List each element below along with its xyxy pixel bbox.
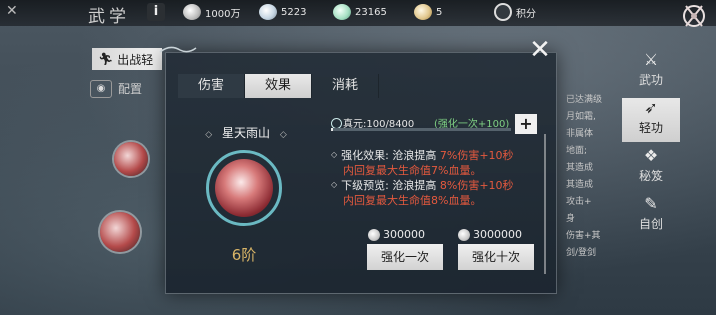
back-icon[interactable]: ✕ bbox=[6, 3, 22, 19]
diamond-icon: ◇ bbox=[205, 130, 213, 140]
diamond-bullet-icon: ◇ bbox=[331, 180, 338, 189]
tab-cost[interactable]: 消耗 bbox=[312, 74, 379, 98]
current-effect: ◇ 强化效果: 沧浪提高 7%伤害+10秒 内回复最大生命值7%血量。 bbox=[331, 149, 514, 177]
resource-token: 5 bbox=[414, 3, 442, 21]
tab-lightness[interactable]: ➶ 轻功 bbox=[622, 98, 680, 142]
coin-icon bbox=[458, 228, 470, 241]
runner-icon: 🏃︎ bbox=[98, 52, 114, 66]
skill-slot-icon[interactable] bbox=[100, 212, 140, 252]
tab-effect[interactable]: 效果 bbox=[245, 74, 312, 98]
create-icon: ✎ bbox=[644, 194, 658, 213]
resource-gold: 1000万 bbox=[183, 3, 240, 21]
lightness-icon: ➶ bbox=[644, 98, 658, 117]
resource-jade: 23165 bbox=[333, 3, 387, 21]
jade-icon bbox=[333, 4, 351, 20]
dialog-ornament-icon bbox=[159, 46, 197, 53]
token-icon bbox=[414, 4, 432, 20]
zhenyuan-progress-fill bbox=[331, 128, 334, 131]
dialog-tabs: 伤害 效果 消耗 bbox=[178, 74, 379, 98]
skill-level: 6阶 bbox=[231, 246, 257, 264]
resource-points[interactable]: 积分 bbox=[494, 3, 536, 21]
skill-slot-icon[interactable] bbox=[114, 142, 148, 176]
coin-icon bbox=[368, 228, 380, 241]
skill-title: ◇ 星天雨山 ◇ bbox=[205, 126, 287, 140]
info-button[interactable]: i bbox=[147, 3, 165, 21]
tab-secret[interactable]: ❖ 秘笈 bbox=[622, 146, 680, 190]
tab-martial[interactable]: ⚔︎ 武功 bbox=[622, 50, 680, 94]
category-tabs: ⚔︎ 武功 ➶ 轻功 ❖ 秘笈 ✎ 自创 bbox=[622, 46, 680, 242]
tab-damage[interactable]: 伤害 bbox=[178, 74, 245, 98]
enhance-once-button[interactable]: 强化一次 bbox=[367, 244, 443, 270]
shield-icon bbox=[494, 3, 512, 21]
config-label: 配置 bbox=[118, 82, 143, 96]
coin-icon bbox=[183, 4, 201, 20]
tab-create[interactable]: ✎ 自创 bbox=[622, 194, 680, 238]
resource-silver: 5223 bbox=[259, 3, 306, 21]
add-zhenyuan-button[interactable]: + bbox=[515, 114, 537, 134]
close-icon[interactable]: ✕ bbox=[528, 37, 552, 63]
cost-ten: 3000000 bbox=[458, 228, 522, 241]
cost-once: 300000 bbox=[368, 228, 425, 241]
enhance-ten-button[interactable]: 强化十次 bbox=[458, 244, 534, 270]
background-description: 已达满级 月如霜, 非属体 地面; 其造成 其造成 攻击+ 身 伤害+其 剑/登… bbox=[566, 95, 603, 258]
top-bar: ✕ 武学 i 1000万 5223 23165 5 积分 bbox=[0, 0, 716, 27]
skill-icon bbox=[215, 159, 273, 217]
set-active-button[interactable]: 🏃︎ 出战轻 bbox=[92, 48, 162, 70]
next-level-preview: ◇ 下级预览: 沧浪提高 8%伤害+10秒 内回复最大生命值8%血量。 bbox=[331, 179, 514, 207]
diamond-icon: ◇ bbox=[279, 130, 287, 140]
page-title: 武学 bbox=[88, 7, 130, 27]
silver-ingot-icon bbox=[259, 4, 277, 20]
martial-icon: ⚔︎ bbox=[643, 50, 659, 69]
scrollbar[interactable] bbox=[544, 134, 546, 274]
decorative-flower-icon bbox=[683, 5, 705, 27]
diamond-bullet-icon: ◇ bbox=[331, 150, 338, 159]
zhenyuan-progress-bar bbox=[331, 128, 511, 131]
scroll-icon: ❖ bbox=[643, 146, 659, 165]
eye-icon[interactable]: ◉ bbox=[90, 80, 112, 98]
